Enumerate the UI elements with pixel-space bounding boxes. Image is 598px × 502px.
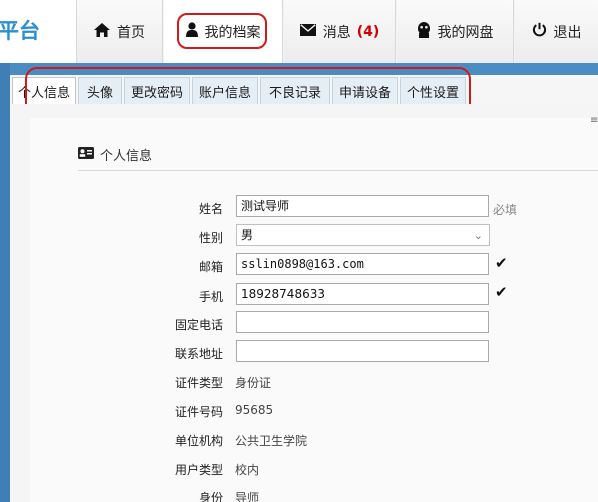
nav-cloud-disk[interactable]: 我的网盘	[397, 0, 514, 63]
org-label: 单位机构	[174, 434, 223, 448]
nav-messages-label: 消息	[322, 24, 351, 41]
user-type-label: 用户类型	[174, 463, 223, 477]
user-type-value: 校内	[235, 463, 260, 477]
email-label: 邮箱	[198, 260, 223, 274]
envelope-icon	[299, 23, 316, 40]
name-field[interactable]: 测试导师	[236, 195, 489, 217]
phone-label: 手机	[198, 290, 223, 304]
id-number-value: 95685	[235, 403, 274, 417]
gender-select-value: 男	[241, 228, 254, 242]
gender-label: 性别	[198, 231, 223, 245]
tab-label: 个性设置	[406, 85, 459, 101]
nav-cloud-disk-label: 我的网盘	[437, 24, 494, 41]
gender-select[interactable]: 男 ⌄	[236, 224, 490, 246]
chevron-down-icon: ⌄	[473, 229, 483, 242]
nav-logout[interactable]: 退出	[515, 0, 598, 63]
name-label: 姓名	[198, 202, 223, 216]
address-field[interactable]	[236, 340, 489, 362]
message-count-badge: (4)	[356, 23, 380, 40]
landline-field[interactable]	[236, 311, 489, 333]
landline-label: 固定电话	[174, 318, 223, 332]
id-type-label: 证件类型	[174, 376, 223, 390]
tab-personal-settings[interactable]: 个性设置	[400, 77, 466, 104]
tab-apply-device[interactable]: 申请设备	[332, 77, 398, 104]
home-icon	[94, 22, 110, 41]
tab-label: 更改密码	[130, 85, 183, 101]
id-type-value: 身份证	[235, 376, 272, 390]
power-icon	[532, 22, 547, 41]
tab-label: 不良记录	[268, 85, 321, 101]
brand-logo[interactable]: 平台	[0, 0, 77, 63]
tab-label: 账户信息	[198, 85, 251, 101]
user-icon	[185, 22, 198, 41]
nav-my-archive[interactable]: 我的档案	[164, 0, 283, 63]
phone-check-icon: ✔	[495, 283, 508, 301]
section-title: 个人信息	[100, 149, 153, 164]
phone-field[interactable]: 18928748633	[236, 283, 489, 305]
scroll-mark: ≡	[590, 115, 598, 126]
blue-header-band	[0, 63, 598, 75]
identity-label: 身份	[198, 491, 223, 502]
section-header: 个人信息	[78, 145, 152, 164]
org-value: 公共卫生学院	[235, 434, 308, 448]
identity-value: 导师	[235, 491, 260, 502]
tab-label: 申请设备	[338, 85, 391, 101]
brand-text: 平台	[0, 19, 40, 43]
tab-change-password[interactable]: 更改密码	[124, 77, 190, 104]
cloud-disk-icon	[417, 21, 431, 42]
nav-home[interactable]: 首页	[77, 0, 163, 63]
tab-personal-info[interactable]: 个人信息	[12, 77, 76, 105]
top-navbar: 平台 首页 我的档案 消息 (4) 我的网盘 退出	[0, 0, 598, 64]
email-check-icon: ✔	[495, 254, 508, 272]
blue-left-strip	[0, 63, 10, 502]
address-label: 联系地址	[174, 347, 223, 361]
tab-label: 头像	[86, 85, 113, 101]
nav-logout-label: 退出	[553, 24, 582, 41]
email-field[interactable]: sslin0898@163.com	[236, 253, 489, 275]
tab-avatar[interactable]: 头像	[78, 77, 122, 104]
page: 平台 首页 我的档案 消息 (4) 我的网盘 退出 个人信息 头像 更改密码 账…	[0, 0, 598, 502]
required-hint: 必填	[493, 203, 518, 217]
content-panel	[30, 118, 598, 502]
tab-account-info[interactable]: 账户信息	[192, 77, 258, 104]
id-card-icon	[78, 146, 94, 163]
tab-label: 个人信息	[17, 86, 70, 101]
section-divider	[78, 170, 598, 171]
nav-my-archive-label: 我的档案	[204, 24, 261, 41]
id-number-label: 证件号码	[174, 405, 223, 419]
tab-bad-records[interactable]: 不良记录	[260, 77, 330, 104]
nav-home-label: 首页	[117, 24, 145, 41]
nav-messages[interactable]: 消息 (4)	[284, 0, 396, 63]
